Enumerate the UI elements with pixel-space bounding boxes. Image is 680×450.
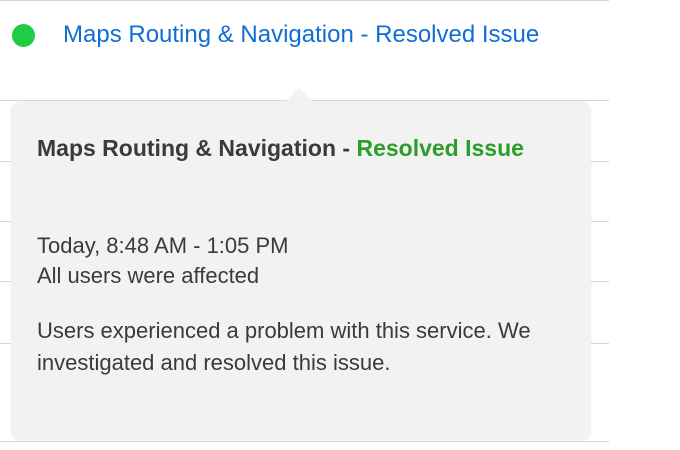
popover-title-status: Resolved Issue <box>356 135 524 161</box>
popover-affected-users: All users were affected <box>37 263 260 288</box>
popover-description: Users experienced a problem with this se… <box>37 318 531 375</box>
popover-time-range: Today, 8:48 AM - 1:05 PM <box>37 233 289 258</box>
service-status-row: Maps Routing & Navigation - Resolved Iss… <box>0 0 609 100</box>
list-divider <box>0 441 609 442</box>
popover-timing: Today, 8:48 AM - 1:05 PM All users were … <box>37 231 557 291</box>
status-indicator-icon <box>12 24 35 47</box>
service-status-link[interactable]: Maps Routing & Navigation - Resolved Iss… <box>63 16 583 54</box>
popover-arrow <box>286 88 312 101</box>
status-detail-popover: Maps Routing & Navigation - Resolved Iss… <box>11 101 591 440</box>
popover-title-service: Maps Routing & Navigation - <box>37 135 357 161</box>
popover-title: Maps Routing & Navigation - Resolved Iss… <box>37 129 557 168</box>
